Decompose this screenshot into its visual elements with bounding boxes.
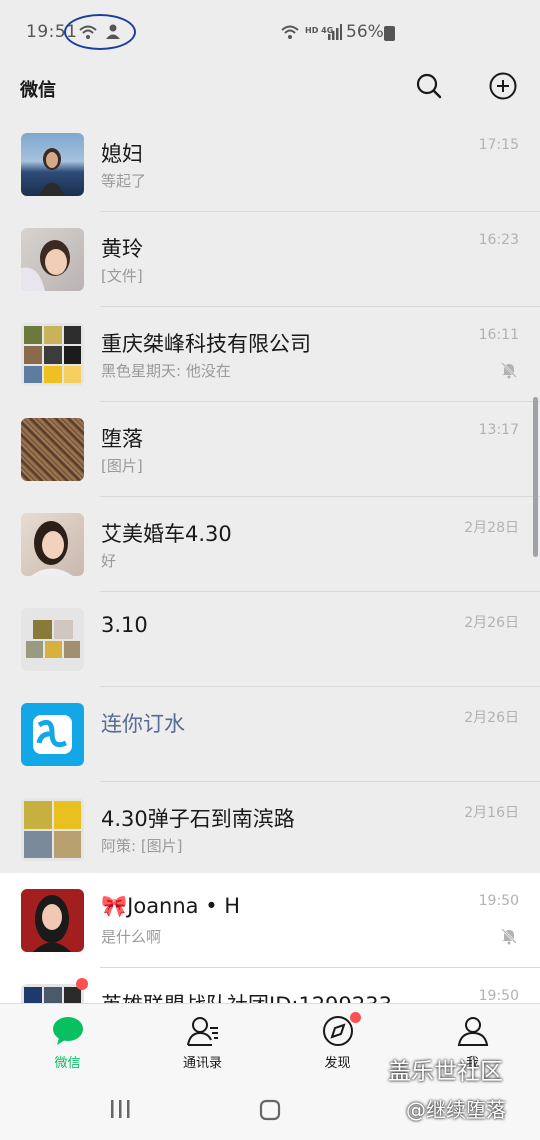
chat-time: 2月28日 xyxy=(464,520,519,536)
tab-discover[interactable]: 发现 xyxy=(270,1004,405,1080)
avatar xyxy=(21,798,84,861)
avatar xyxy=(21,323,84,386)
chat-name: 🎀Joanna • H xyxy=(101,894,241,918)
status-bar: 19:51 HD 4G 56% xyxy=(0,0,540,64)
chat-time: 19:50 xyxy=(478,988,519,1003)
signal-icon xyxy=(328,24,342,40)
person-icon xyxy=(457,1017,488,1046)
unread-badge xyxy=(76,978,88,990)
avatar xyxy=(21,889,84,952)
chat-time: 2月16日 xyxy=(464,805,519,821)
avatar xyxy=(21,133,84,196)
chat-time: 16:11 xyxy=(478,327,519,343)
chat-row[interactable]: 4.30弹子石到南滨路 阿策: [图片] 2月16日 xyxy=(0,782,540,877)
watermark-user: @继续堕落 xyxy=(406,1098,506,1122)
chat-name: 黄玲 xyxy=(101,237,143,261)
chat-preview: 黑色星期天: 他没在 xyxy=(101,362,231,380)
chat-name: 连你订水 xyxy=(101,712,185,736)
chat-row[interactable]: 连你订水 2月26日 xyxy=(0,687,540,782)
mute-bell-icon xyxy=(501,362,517,379)
recent-apps-icon[interactable] xyxy=(110,1099,132,1119)
chat-time: 13:17 xyxy=(478,422,519,438)
chat-name: 重庆桀峰科技有限公司 xyxy=(101,332,311,356)
chat-name: 4.30弹子石到南滨路 xyxy=(101,807,295,831)
tab-chats[interactable]: 微信 xyxy=(0,1004,135,1080)
tab-contacts[interactable]: 通讯录 xyxy=(135,1004,270,1080)
new-moments-badge xyxy=(350,1012,361,1023)
avatar xyxy=(21,703,84,766)
chat-row[interactable]: 黄玲 [文件] 16:23 xyxy=(0,212,540,307)
mute-bell-icon xyxy=(501,928,517,945)
chat-row[interactable]: 3.10 2月26日 xyxy=(0,592,540,687)
tab-label: 通讯录 xyxy=(182,1056,222,1071)
annotation-circle xyxy=(64,14,136,50)
chat-time: 2月26日 xyxy=(464,615,519,631)
scrollbar[interactable] xyxy=(533,397,538,557)
chat-time: 17:15 xyxy=(478,137,519,153)
tab-label: 微信 xyxy=(54,1056,81,1071)
chat-bubble-icon xyxy=(52,1017,83,1045)
chat-name: 媳妇 xyxy=(101,142,143,166)
chat-time: 19:50 xyxy=(478,893,519,909)
contacts-icon xyxy=(186,1017,218,1046)
chat-preview: [图片] xyxy=(101,457,143,475)
chat-row[interactable]: 堕落 [图片] 13:17 xyxy=(0,402,540,497)
chat-row[interactable]: 英雄联盟战队社团ID:1299233 19:50 xyxy=(0,968,540,1003)
wifi-call-icon xyxy=(281,25,299,39)
page-title: 微信 xyxy=(20,80,56,101)
search-icon[interactable] xyxy=(414,71,444,101)
avatar xyxy=(21,608,84,671)
chat-name: 3.10 xyxy=(101,613,148,637)
chat-time: 2月26日 xyxy=(464,710,519,726)
header: 微信 xyxy=(0,64,540,116)
avatar xyxy=(21,513,84,576)
avatar xyxy=(21,418,84,481)
battery-icon xyxy=(384,26,395,41)
battery-percent: 56% xyxy=(346,22,384,42)
chat-time: 16:23 xyxy=(478,232,519,248)
chat-name: 英雄联盟战队社团ID:1299233 xyxy=(101,989,392,1003)
chat-preview: 好 xyxy=(101,552,117,570)
avatar xyxy=(21,228,84,291)
chat-name: 艾美婚车4.30 xyxy=(101,522,232,546)
chat-row[interactable]: 重庆桀峰科技有限公司 黑色星期天: 他没在 16:11 xyxy=(0,307,540,402)
chat-list: 媳妇 等起了 17:15 黄玲 [文件] 16:23 重庆桀峰科技有限公司 黑色… xyxy=(0,117,540,1003)
chat-preview: 等起了 xyxy=(101,172,147,190)
chat-row[interactable]: 🎀Joanna • H 是什么啊 19:50 xyxy=(0,873,540,968)
home-icon[interactable] xyxy=(259,1099,281,1121)
tab-label: 发现 xyxy=(324,1056,351,1071)
chat-preview: [文件] xyxy=(101,267,143,285)
chat-preview: 是什么啊 xyxy=(101,928,162,946)
plus-circle-icon[interactable] xyxy=(488,71,518,101)
chat-row[interactable]: 艾美婚车4.30 好 2月28日 xyxy=(0,497,540,592)
avatar xyxy=(21,984,84,1003)
chat-row[interactable]: 媳妇 等起了 17:15 xyxy=(0,117,540,212)
app-notification-icon xyxy=(106,24,120,39)
watermark-site: 盖乐世社区 xyxy=(388,1059,503,1085)
chat-preview: 阿策: [图片] xyxy=(101,837,183,855)
chat-name: 堕落 xyxy=(101,427,143,451)
wifi-icon xyxy=(79,25,97,39)
